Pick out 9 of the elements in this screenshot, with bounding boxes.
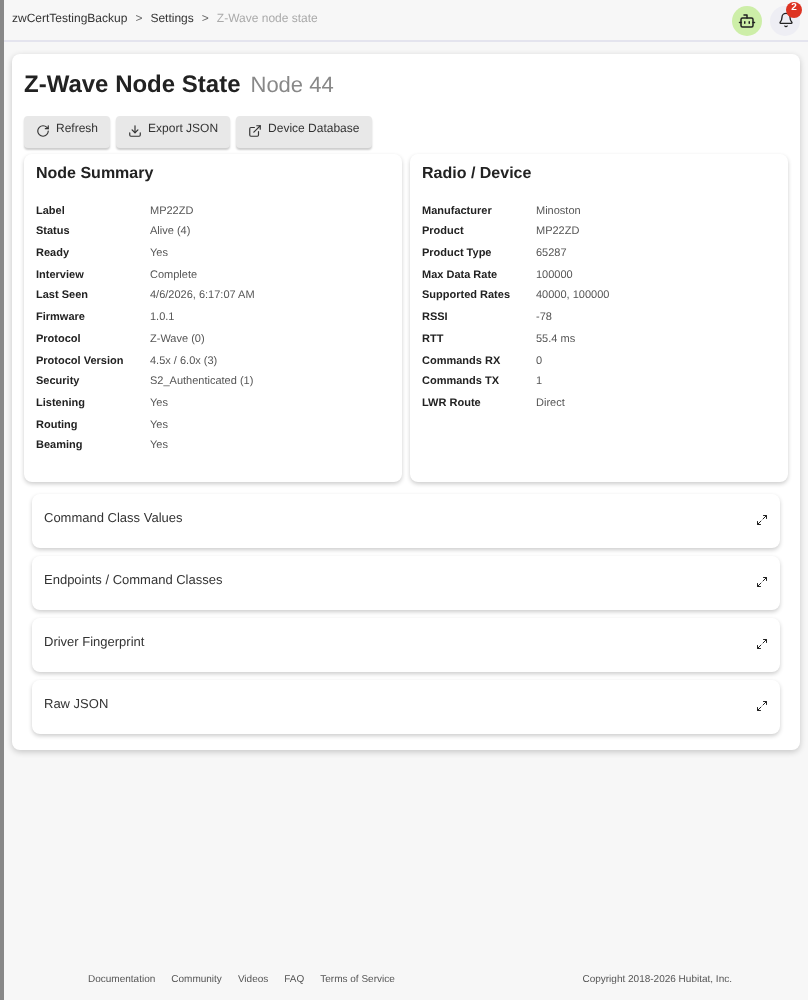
panel-title: Radio / Device (422, 161, 534, 185)
robot-avatar-icon[interactable] (732, 5, 762, 35)
external-link-icon (248, 124, 263, 138)
page-title: Z-Wave Node State (24, 68, 241, 102)
refresh-icon (36, 124, 50, 138)
node-subtitle: Node 44 (250, 72, 334, 102)
panel-title: Node Summary (36, 161, 156, 185)
download-icon (128, 124, 143, 138)
bell-icon (777, 12, 793, 28)
